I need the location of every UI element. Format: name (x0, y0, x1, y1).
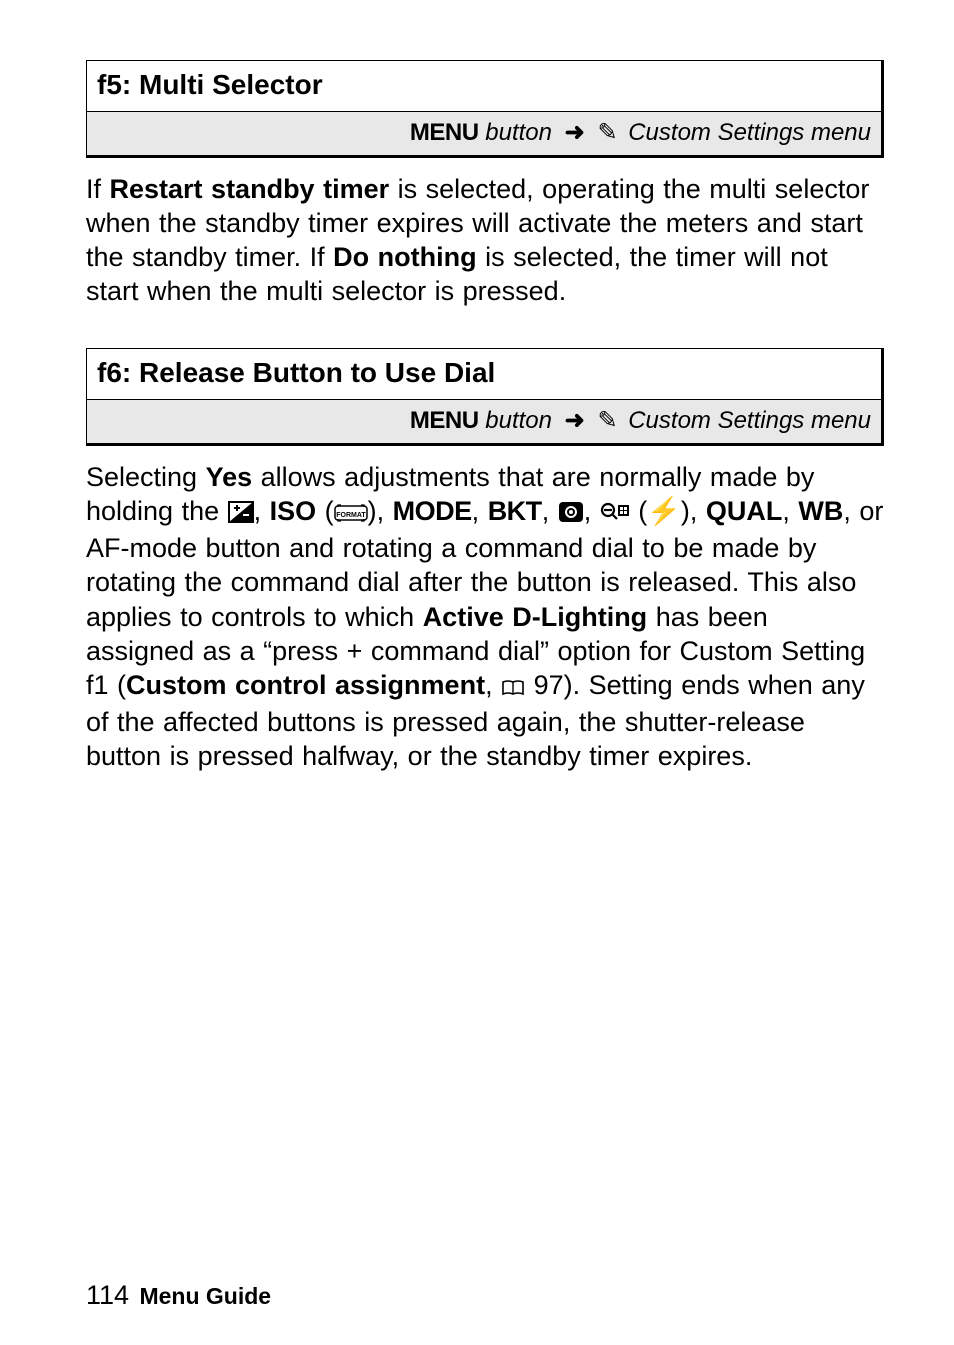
arrow-icon: ➜ (559, 119, 591, 146)
text: , (485, 670, 501, 700)
text: ) (681, 496, 690, 526)
page-ref: 97 (534, 670, 564, 700)
text: , (782, 496, 798, 526)
breadcrumb-f5: MENU button ➜ ✎ Custom Settings menu (87, 112, 881, 155)
text: , (584, 496, 600, 526)
svg-text:FORMAT: FORMAT (336, 512, 366, 519)
pencil-icon: ✎ (597, 407, 621, 434)
wb-label: WB (798, 496, 843, 526)
text: ) (368, 496, 377, 526)
page-number: 114 (86, 1280, 129, 1310)
section-header-f6: f6: Release Button to Use Dial MENU butt… (86, 348, 884, 446)
mode-label: MODE (393, 496, 472, 526)
button-word: button (485, 407, 552, 434)
paragraph-f5: If Restart standby timer is selected, op… (86, 172, 884, 308)
section-title-f6: f6: Release Button to Use Dial (87, 349, 881, 400)
custom-settings-label: Custom Settings menu (628, 119, 871, 146)
bkt-label: BKT (488, 496, 542, 526)
text: ( (316, 496, 334, 526)
breadcrumb-f6: MENU button ➜ ✎ Custom Settings menu (87, 400, 881, 443)
bold-text: Active D-Lighting (423, 602, 648, 632)
text: , (690, 496, 706, 526)
button-word: button (485, 119, 552, 146)
bold-text: Yes (206, 462, 253, 492)
section-header-f5: f5: Multi Selector MENU button ➜ ✎ Custo… (86, 60, 884, 158)
bold-text: Custom control assignment (126, 670, 485, 700)
text: , (377, 496, 393, 526)
paragraph-f6: Selecting Yes allows adjustments that ar… (86, 460, 884, 772)
text: If (86, 174, 110, 204)
custom-settings-label: Custom Settings menu (628, 407, 871, 434)
text: , (542, 496, 558, 526)
bold-text: Do nothing (333, 242, 476, 272)
section-title-f5: f5: Multi Selector (87, 61, 881, 112)
bold-text: Restart standby timer (110, 174, 390, 204)
qual-label: QUAL (706, 496, 783, 526)
text: Selecting (86, 462, 206, 492)
metering-icon (558, 497, 584, 531)
pencil-icon: ✎ (597, 119, 621, 146)
exposure-comp-icon (228, 497, 254, 531)
text: , (254, 496, 270, 526)
menu-button-label: MENU (410, 119, 479, 146)
menu-button-label: MENU (410, 407, 479, 434)
arrow-icon: ➜ (559, 407, 591, 434)
zoom-flash-icon (600, 497, 630, 531)
footer-label: Menu Guide (139, 1283, 271, 1309)
text: , (472, 496, 488, 526)
format-icon: FORMAT (334, 497, 368, 531)
text: ( (630, 496, 648, 526)
page-footer: 114 Menu Guide (86, 1280, 271, 1311)
flash-icon: ⚡ (647, 496, 681, 526)
book-icon (501, 671, 525, 705)
iso-label: ISO (270, 496, 317, 526)
